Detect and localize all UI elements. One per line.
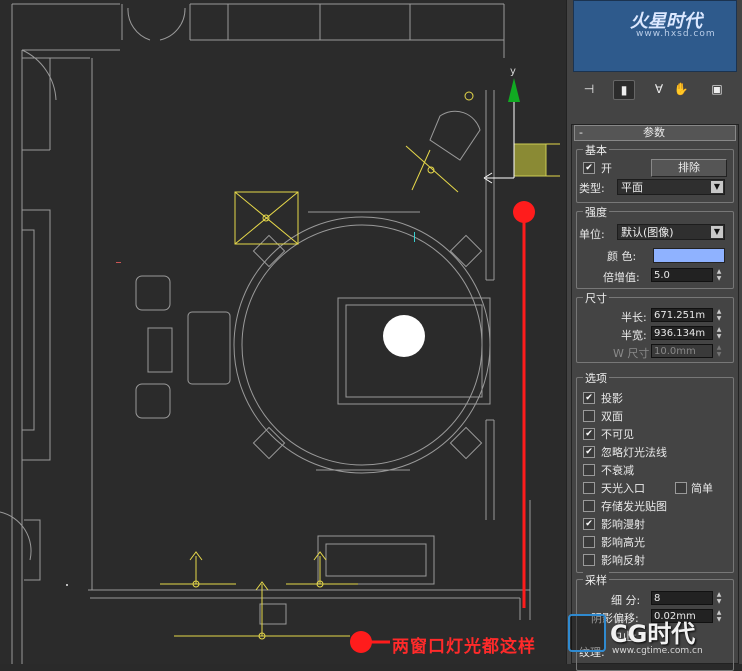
half-width-label: 半宽: [621, 329, 647, 342]
option-label: 双面 [601, 410, 623, 423]
option-checkbox[interactable] [583, 536, 595, 548]
floor-plan-drawing: y [0, 3, 560, 664]
option-checkbox[interactable]: ✔ [583, 446, 595, 458]
watermark-url: www.cgtime.com.cn [612, 646, 703, 656]
group-basic-title: 基本 [583, 142, 609, 158]
color-swatch[interactable] [653, 248, 725, 263]
simple-checkbox[interactable] [675, 482, 687, 494]
option-label: 投影 [601, 392, 623, 405]
option-label: 不可见 [601, 428, 634, 441]
unit-label: 单位: [579, 228, 605, 241]
group-sampling-title: 采样 [583, 572, 609, 588]
simple-label: 简单 [691, 482, 713, 495]
w-size-field: 10.0mm [651, 344, 713, 358]
option-checkbox[interactable] [583, 464, 595, 476]
half-width-field[interactable]: 936.134m [651, 326, 713, 340]
rollout-title: 参数 [643, 126, 665, 139]
configure-sets-icon[interactable]: ▣ [707, 80, 727, 98]
option-label: 影响反射 [601, 554, 645, 567]
group-size: 尺寸 半长: 671.251m ▲ ▼ 半宽: 936.134m ▲ ▼ W 尺寸 … [576, 290, 734, 363]
perspective-viewport[interactable]: y 两窗口灯光都这样 [0, 0, 566, 664]
hand-icon[interactable]: ✋ [671, 80, 691, 98]
cg-watermark: CG时代 www.cgtime.com.cn [568, 606, 738, 662]
callout-text: 两窗口灯光都这样 [392, 637, 536, 657]
half-length-spinner[interactable]: ▲ ▼ [715, 308, 723, 322]
option-label: 影响漫射 [601, 518, 645, 531]
type-label: 类型: [579, 182, 605, 195]
option-checkbox[interactable] [583, 482, 595, 494]
group-basic: 基本 ✔ 开 排除 类型: 平面 ▼ [576, 142, 734, 203]
unit-value: 默认(图像) [621, 226, 674, 239]
group-intensity-title: 强度 [583, 204, 609, 220]
thumb-url: www.hxsd.com [636, 29, 716, 39]
unit-dropdown[interactable]: 默认(图像) ▼ [617, 224, 725, 240]
half-width-spinner[interactable]: ▲ ▼ [715, 326, 723, 340]
modifier-stack-icon[interactable]: ▮ [613, 80, 635, 100]
w-size-label: W 尺寸 [613, 347, 650, 360]
group-options: 选项 ✔ 投影双面 ✔ 不可见 ✔ 忽略灯光法线 不衰减天光入口存储发光贴图 ✔ 影响漫射影响高… [576, 370, 734, 573]
option-label: 天光入口 [601, 482, 645, 495]
half-length-field[interactable]: 671.251m [651, 308, 713, 322]
watermark-text: CG时代 [610, 620, 696, 648]
option-label: 影响高光 [601, 536, 645, 549]
multiplier-field[interactable]: 5.0 [651, 268, 713, 282]
chevron-down-icon: ▼ [711, 226, 723, 238]
rollout-header[interactable]: - 参数 [574, 125, 736, 141]
axis-label: y [510, 66, 516, 77]
group-options-title: 选项 [583, 370, 609, 386]
option-label: 忽略灯光法线 [601, 446, 667, 459]
on-checkbox[interactable]: ✔ [583, 162, 595, 174]
on-label: 开 [601, 162, 612, 175]
omni-light-icon [383, 315, 425, 357]
parameters-rollout: - 参数 基本 ✔ 开 排除 类型: 平面 ▼ 强度 单位: 默认(图像) ▼ … [571, 124, 739, 671]
chevron-down-icon: ▼ [711, 181, 723, 193]
callout-marker-icon [350, 631, 372, 653]
preview-thumbnail: 火星时代 www.hxsd.com [573, 0, 737, 72]
half-length-label: 半长: [621, 311, 647, 324]
group-size-title: 尺寸 [583, 290, 609, 306]
multiplier-label: 倍增值: [603, 271, 640, 284]
option-checkbox[interactable]: ✔ [583, 518, 595, 530]
subdivs-field[interactable]: 8 [651, 591, 713, 605]
pin-stack-icon[interactable]: ⊣ [579, 80, 599, 98]
option-checkbox[interactable] [583, 500, 595, 512]
group-intensity: 强度 单位: 默认(图像) ▼ 颜 色: 倍增值: 5.0 ▲ ▼ [576, 204, 734, 289]
funnel-icon[interactable]: ∀ [649, 80, 669, 98]
option-checkbox[interactable] [583, 554, 595, 566]
watermark-logo-icon [568, 614, 606, 652]
red-marker-icon [513, 201, 535, 223]
option-checkbox[interactable]: ✔ [583, 428, 595, 440]
option-label: 不衰减 [601, 464, 634, 477]
option-checkbox[interactable] [583, 410, 595, 422]
exclude-button[interactable]: 排除 [651, 159, 727, 177]
w-size-spinner: ▲ ▼ [716, 344, 722, 358]
subdivs-spinner[interactable]: ▲ ▼ [715, 591, 723, 605]
type-value: 平面 [621, 181, 643, 194]
type-dropdown[interactable]: 平面 ▼ [617, 179, 725, 195]
option-checkbox[interactable]: ✔ [583, 392, 595, 404]
option-label: 存储发光贴图 [601, 500, 667, 513]
multiplier-spinner[interactable]: ▲ ▼ [715, 268, 723, 282]
command-panel: 火星时代 www.hxsd.com ⊣ ▮ ∀ ✋ ▣ - 参数 基本 ✔ 开 … [566, 0, 742, 671]
color-label: 颜 色: [607, 250, 637, 263]
